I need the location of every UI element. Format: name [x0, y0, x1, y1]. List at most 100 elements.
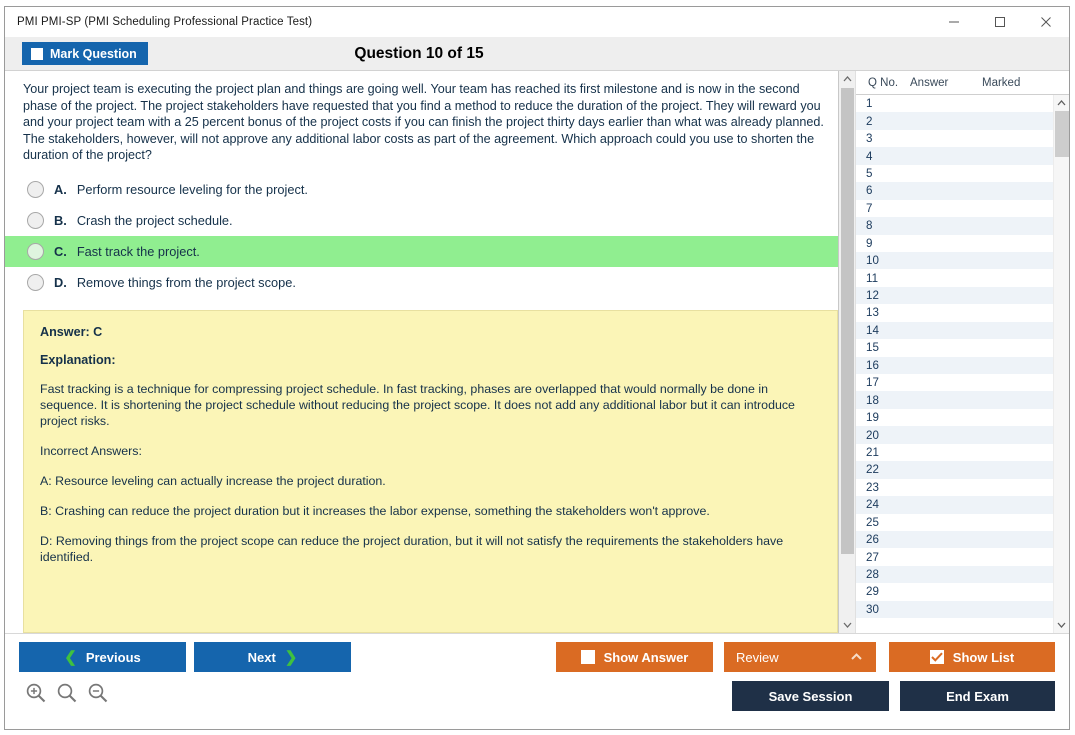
- option-text-b: Crash the project schedule.: [76, 212, 233, 228]
- table-row[interactable]: 13: [856, 304, 1053, 321]
- outer-scrollbar-thumb[interactable]: [840, 88, 854, 554]
- table-row[interactable]: 24: [856, 496, 1053, 514]
- explanation-panel: Answer: C Explanation: Fast tracking is …: [23, 309, 838, 633]
- table-row[interactable]: 14: [856, 321, 1053, 340]
- table-row[interactable]: 8: [856, 217, 1053, 235]
- cell-qno: 2: [866, 114, 873, 128]
- scroll-up-arrow-icon[interactable]: [839, 71, 856, 87]
- maximize-icon[interactable]: [977, 7, 1023, 37]
- table-row[interactable]: 21: [856, 444, 1053, 461]
- cell-qno: 27: [866, 550, 879, 564]
- table-row[interactable]: 28: [856, 565, 1053, 584]
- cell-qno: 23: [866, 480, 879, 494]
- cell-qno: 7: [866, 201, 873, 215]
- table-row[interactable]: 7: [856, 200, 1053, 217]
- table-row[interactable]: 5: [856, 165, 1053, 182]
- chevron-left-icon: ❮: [64, 648, 77, 666]
- review-dropdown[interactable]: Review: [724, 642, 876, 672]
- table-row[interactable]: 3: [856, 130, 1053, 147]
- save-session-button[interactable]: Save Session: [732, 681, 889, 711]
- table-row[interactable]: 1: [856, 95, 1053, 112]
- option-row-d[interactable]: D. Remove things from the project scope.: [5, 267, 838, 298]
- table-row[interactable]: 16: [856, 356, 1053, 374]
- cell-qno: 5: [866, 166, 873, 180]
- table-row[interactable]: 23: [856, 479, 1053, 496]
- show-list-button[interactable]: Show List: [889, 642, 1055, 672]
- table-row[interactable]: 2: [856, 112, 1053, 130]
- cell-qno: 4: [866, 149, 873, 163]
- previous-button[interactable]: ❮ Previous: [19, 642, 186, 672]
- option-text-a: Perform resource leveling for the projec…: [76, 181, 308, 197]
- question-list-header: Q No. Answer Marked: [856, 71, 1069, 95]
- option-row-a[interactable]: A. Perform resource leveling for the pro…: [5, 174, 838, 205]
- radio-icon-b[interactable]: [27, 211, 44, 229]
- explanation-paragraph-3: A: Resource leveling can actually increa…: [40, 473, 386, 488]
- question-pane: Your project team is executing the proje…: [5, 71, 838, 633]
- cell-qno: 19: [866, 411, 879, 425]
- table-row[interactable]: 4: [856, 147, 1053, 165]
- show-answer-label: Show Answer: [603, 649, 689, 665]
- inner-scroll-up-arrow-icon[interactable]: [1053, 95, 1069, 111]
- outer-scrollbar[interactable]: [839, 71, 856, 633]
- question-list-rows: 1 2 3 4 5 6 7 8 9 10 11 12 13 14 15 16 17 18 19 20 21 22 23 24 2…: [856, 95, 1053, 633]
- option-text-d: Remove things from the project scope.: [76, 274, 296, 290]
- radio-icon-a[interactable]: [27, 180, 44, 198]
- cell-qno: 9: [866, 236, 873, 250]
- title-bar: PMI PMI-SP (PMI Scheduling Professional …: [5, 7, 1069, 37]
- inner-scrollbar-thumb[interactable]: [1054, 111, 1069, 157]
- table-row[interactable]: 18: [856, 391, 1053, 409]
- option-text-c: Fast track the project.: [76, 243, 200, 259]
- table-row[interactable]: 19: [856, 409, 1053, 426]
- explanation-paragraph-4: B: Crashing can reduce the project durat…: [40, 503, 710, 518]
- table-row[interactable]: 15: [856, 339, 1053, 356]
- table-row[interactable]: 27: [856, 548, 1053, 565]
- table-row[interactable]: 29: [856, 583, 1053, 600]
- table-row[interactable]: 10: [856, 251, 1053, 270]
- cell-qno: 11: [866, 271, 879, 285]
- mark-question-checkbox-icon: [31, 47, 43, 60]
- cell-qno: 29: [866, 585, 879, 599]
- cell-qno: 20: [866, 428, 879, 442]
- close-icon[interactable]: [1023, 7, 1069, 37]
- cell-qno: 24: [866, 498, 879, 512]
- show-list-label: Show List: [952, 649, 1015, 665]
- cell-qno: 1: [866, 97, 873, 111]
- table-row[interactable]: 30: [856, 600, 1053, 619]
- cell-qno: 25: [866, 515, 879, 529]
- window-controls: [931, 7, 1069, 37]
- inner-scroll-down-arrow-icon[interactable]: [1053, 617, 1069, 633]
- next-label: Next: [247, 649, 276, 665]
- end-exam-button[interactable]: End Exam: [900, 681, 1055, 711]
- option-row-c[interactable]: C. Fast track the project.: [5, 235, 838, 267]
- minimize-icon[interactable]: [931, 7, 977, 37]
- scroll-down-arrow-icon[interactable]: [839, 617, 856, 633]
- zoom-reset-icon[interactable]: [56, 682, 78, 704]
- radio-icon-c[interactable]: [27, 242, 44, 260]
- footer-toolbar: ❮ Previous Next ❯ Show Answer Review Sho: [5, 633, 1069, 729]
- show-answer-button[interactable]: Show Answer: [556, 642, 713, 672]
- outer-scrollbar-track[interactable]: [841, 555, 854, 617]
- radio-icon-d[interactable]: [27, 273, 44, 291]
- table-row[interactable]: 12: [856, 286, 1053, 305]
- cell-qno: 8: [866, 219, 873, 233]
- show-answer-checkbox-icon: [580, 650, 595, 664]
- table-row[interactable]: 26: [856, 530, 1053, 549]
- mark-question-button[interactable]: Mark Question: [22, 42, 148, 65]
- cell-qno: 3: [866, 132, 873, 146]
- table-row[interactable]: 17: [856, 374, 1053, 391]
- option-row-b[interactable]: B. Crash the project schedule.: [5, 205, 838, 236]
- cell-qno: 14: [866, 323, 879, 337]
- table-row[interactable]: 20: [856, 426, 1053, 444]
- question-header-bar: Mark Question Question 10 of 15: [5, 37, 1069, 71]
- table-row[interactable]: 6: [856, 182, 1053, 200]
- table-row[interactable]: 9: [856, 235, 1053, 252]
- table-row[interactable]: 11: [856, 269, 1053, 286]
- inner-scrollbar[interactable]: [1053, 95, 1069, 633]
- zoom-out-icon[interactable]: [87, 682, 109, 704]
- zoom-toolbar: [25, 682, 109, 704]
- next-button[interactable]: Next ❯: [194, 642, 351, 672]
- table-row[interactable]: 25: [856, 514, 1053, 531]
- zoom-in-icon[interactable]: [25, 682, 47, 704]
- table-row[interactable]: 22: [856, 461, 1053, 479]
- column-header-marked: Marked: [982, 76, 1021, 89]
